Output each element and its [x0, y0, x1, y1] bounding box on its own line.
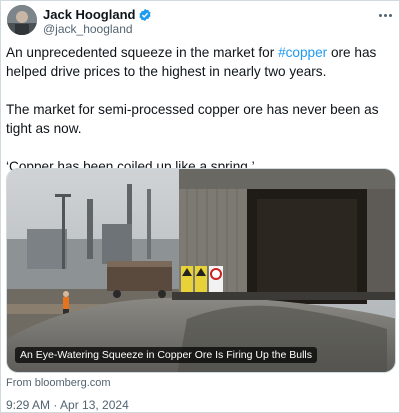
avatar[interactable]: [7, 5, 37, 35]
tweet-paragraph-1: An unprecedented squeeze in the market f…: [6, 43, 396, 81]
link-source[interactable]: From bloomberg.com: [6, 377, 111, 389]
author-handle[interactable]: @jack_hoogland: [43, 22, 133, 36]
tweet-card: Jack Hoogland @jack_hoogland An unpreced…: [0, 0, 400, 413]
verified-badge-icon: [138, 8, 152, 22]
hashtag-link[interactable]: #copper: [278, 45, 327, 60]
tweet-paragraph-2: The market for semi-processed copper ore…: [6, 102, 379, 136]
tweet-text-part: An unprecedented squeeze in the market f…: [6, 45, 279, 60]
author-name[interactable]: Jack Hoogland: [43, 7, 135, 22]
link-card-image[interactable]: An Eye-Watering Squeeze in Copper Ore Is…: [6, 168, 396, 373]
more-options-icon[interactable]: [375, 7, 395, 23]
author-name-row: Jack Hoogland: [43, 7, 152, 22]
industrial-scene-image: [7, 169, 395, 372]
link-card-caption: An Eye-Watering Squeeze in Copper Ore Is…: [15, 347, 317, 363]
tweet-timestamp[interactable]: 9:29 AM · Apr 13, 2024: [6, 398, 129, 412]
tweet-header: Jack Hoogland @jack_hoogland: [7, 5, 395, 37]
